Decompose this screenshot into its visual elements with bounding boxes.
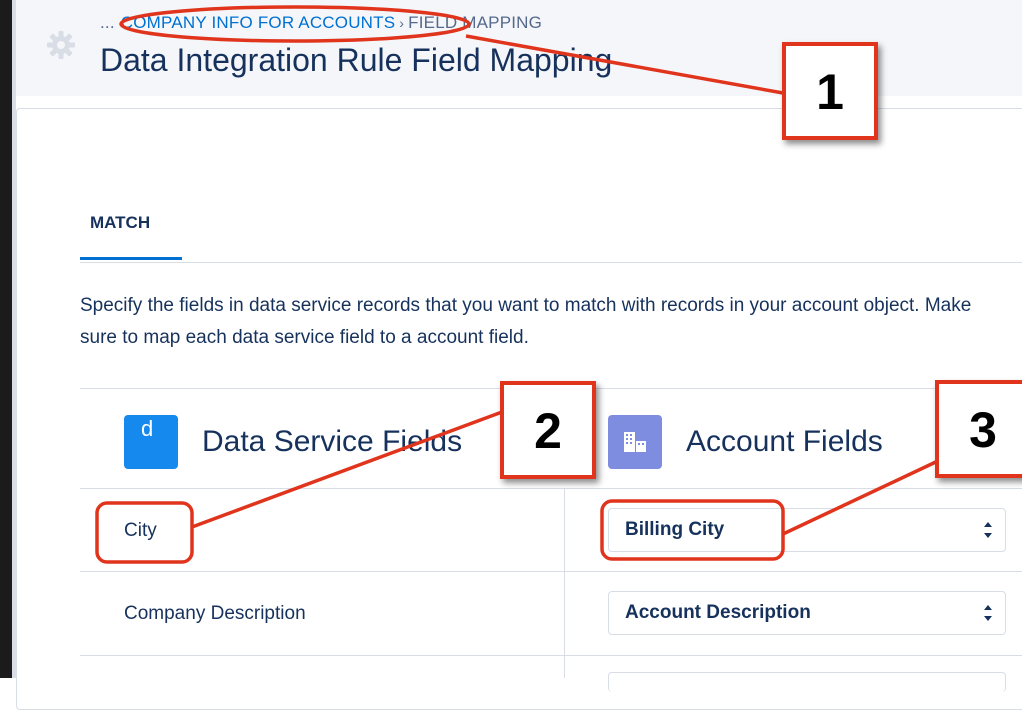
data-service-column-label: Data Service Fields xyxy=(202,425,463,458)
breadcrumb-separator: › xyxy=(399,15,405,31)
row-divider xyxy=(80,488,1022,489)
data-service-field-city: City xyxy=(124,520,157,541)
tab-bar: MATCH xyxy=(80,200,1022,263)
select-arrows-icon xyxy=(984,522,992,538)
account-field-select[interactable]: Account Description xyxy=(608,591,1006,635)
row-divider xyxy=(80,655,1022,656)
annotation-callout-1: 1 xyxy=(782,42,878,140)
account-column-header: Account Fields xyxy=(608,415,883,469)
annotation-callout-2: 2 xyxy=(500,381,596,479)
account-column-label: Account Fields xyxy=(686,425,883,458)
account-field-select-value: Account Description xyxy=(625,602,811,623)
row-divider xyxy=(80,571,1022,572)
breadcrumb-current: FIELD MAPPING xyxy=(408,13,543,32)
breadcrumb-ellipsis[interactable]: ... xyxy=(100,13,115,33)
window-frame-edge xyxy=(0,0,12,678)
tab-match[interactable]: MATCH xyxy=(80,210,182,260)
data-service-column-header: d Data Service Fields xyxy=(124,415,462,469)
data-service-icon-letter: d xyxy=(141,416,154,441)
breadcrumb: ... COMPANY INFO FOR ACCOUNTS › FIELD MA… xyxy=(100,13,542,33)
account-field-select-value: Billing City xyxy=(625,519,725,540)
column-divider xyxy=(564,488,565,678)
gear-icon xyxy=(47,31,75,59)
data-service-icon: d xyxy=(124,415,178,469)
breadcrumb-link-company-info[interactable]: COMPANY INFO FOR ACCOUNTS xyxy=(121,13,396,33)
account-icon xyxy=(608,415,662,469)
annotation-callout-3: 3 xyxy=(935,380,1022,478)
data-service-field-company-description: Company Description xyxy=(124,603,306,624)
page-title: Data Integration Rule Field Mapping xyxy=(100,42,613,78)
account-field-select[interactable]: Billing City xyxy=(608,508,1006,552)
instructions-text: Specify the fields in data service recor… xyxy=(80,295,972,348)
account-field-select[interactable] xyxy=(608,672,1006,692)
select-arrows-icon xyxy=(984,605,992,621)
